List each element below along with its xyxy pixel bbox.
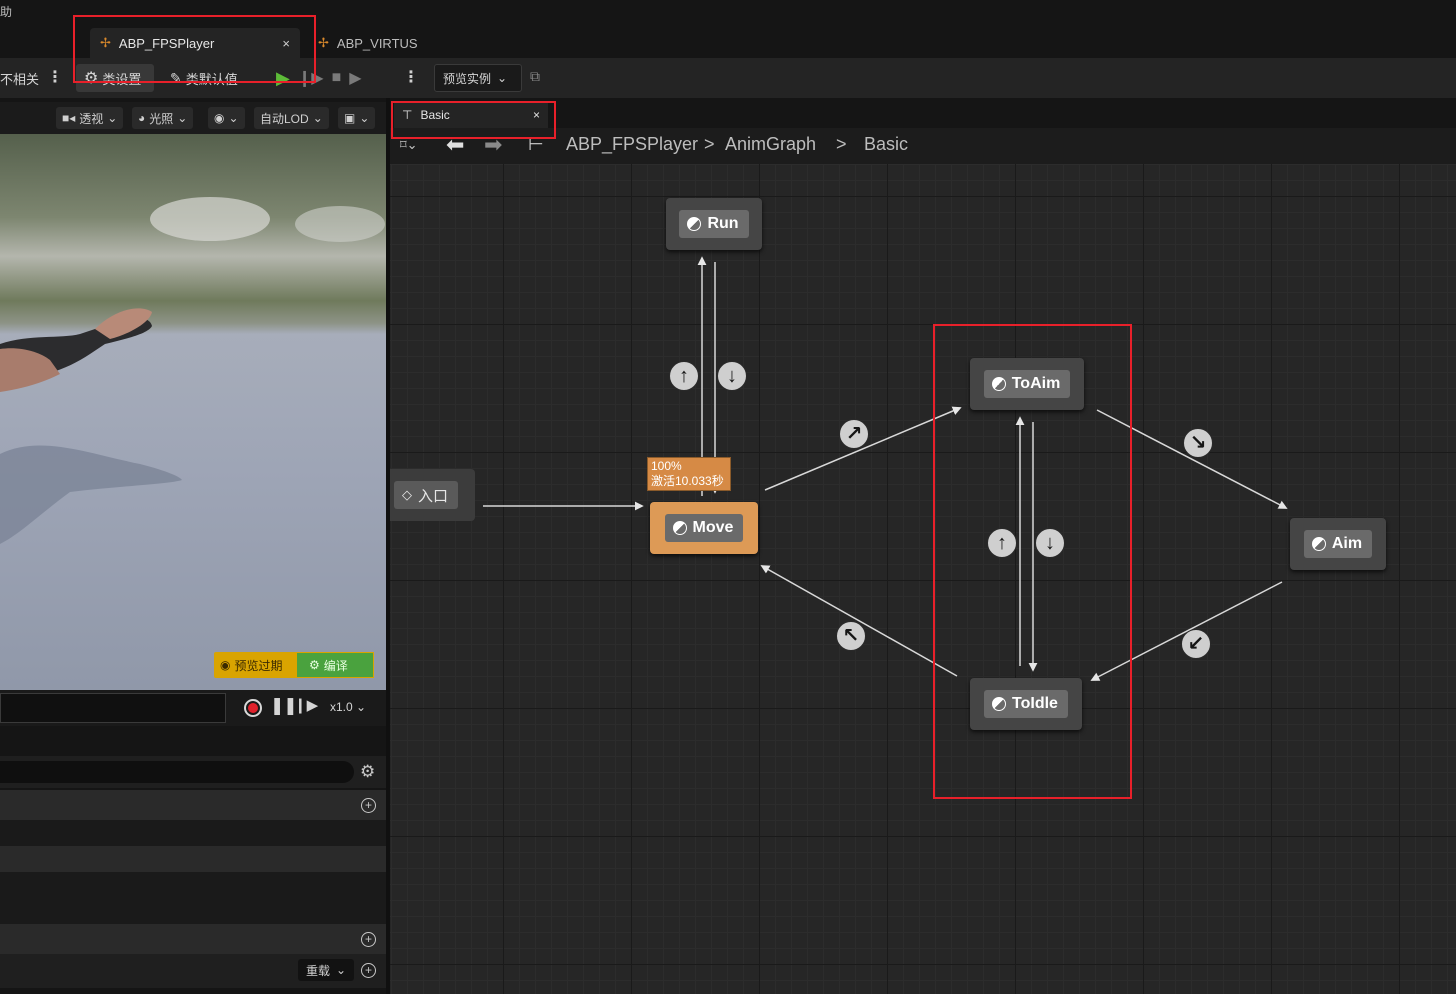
- transition-rule-up-icon[interactable]: ↑: [669, 361, 699, 391]
- entry-icon: ◇: [402, 487, 412, 502]
- transition-lines: [483, 256, 1288, 681]
- transition-rule-up-right-icon[interactable]: ↗: [839, 419, 869, 449]
- state-icon: [687, 217, 702, 231]
- entry-label: 入口: [418, 487, 449, 505]
- state-title: ToIdle: [984, 690, 1068, 718]
- state-icon: [672, 521, 687, 535]
- state-node-aim[interactable]: Aim: [1290, 518, 1386, 570]
- state-label: ToIdle: [1012, 695, 1058, 712]
- debug-weight: 100%: [651, 459, 682, 473]
- state-node-run[interactable]: Run: [666, 198, 762, 250]
- state-label: Aim: [1331, 535, 1363, 552]
- transition-rule-up-icon[interactable]: ↑: [987, 528, 1017, 558]
- transition-rule-down-left-icon[interactable]: ↙: [1181, 629, 1211, 659]
- state-label: Move: [692, 519, 734, 536]
- transition-line: [764, 406, 962, 491]
- debug-active-state-label: 100% 激活10.033秒: [647, 457, 731, 491]
- state-title: Aim: [1303, 530, 1373, 558]
- state-node-move[interactable]: Move: [650, 502, 758, 554]
- transition-rule-down-icon[interactable]: ↓: [717, 361, 747, 391]
- state-label: Run: [707, 215, 739, 232]
- state-title: ToAim: [983, 370, 1071, 398]
- transition-rule-down-icon[interactable]: ↓: [1035, 528, 1065, 558]
- state-node-toidle[interactable]: ToIdle: [970, 678, 1082, 730]
- transition-rule-down-right-icon[interactable]: ↘: [1183, 428, 1213, 458]
- debug-active-time: 激活10.033秒: [651, 474, 724, 488]
- state-icon: [992, 697, 1007, 711]
- transition-rule-up-left-icon[interactable]: ↖: [836, 621, 866, 651]
- entry-node[interactable]: ◇ 入口: [390, 469, 475, 521]
- state-title: Run: [679, 210, 749, 238]
- state-title: Move: [664, 514, 744, 542]
- state-label: ToAim: [1011, 375, 1061, 392]
- entry-label-box: ◇ 入口: [394, 481, 459, 509]
- transition-line: [1096, 409, 1288, 509]
- transition-line: [760, 565, 958, 677]
- state-icon: [1311, 537, 1326, 551]
- state-node-toaim[interactable]: ToAim: [970, 358, 1084, 410]
- state-icon: [991, 377, 1006, 391]
